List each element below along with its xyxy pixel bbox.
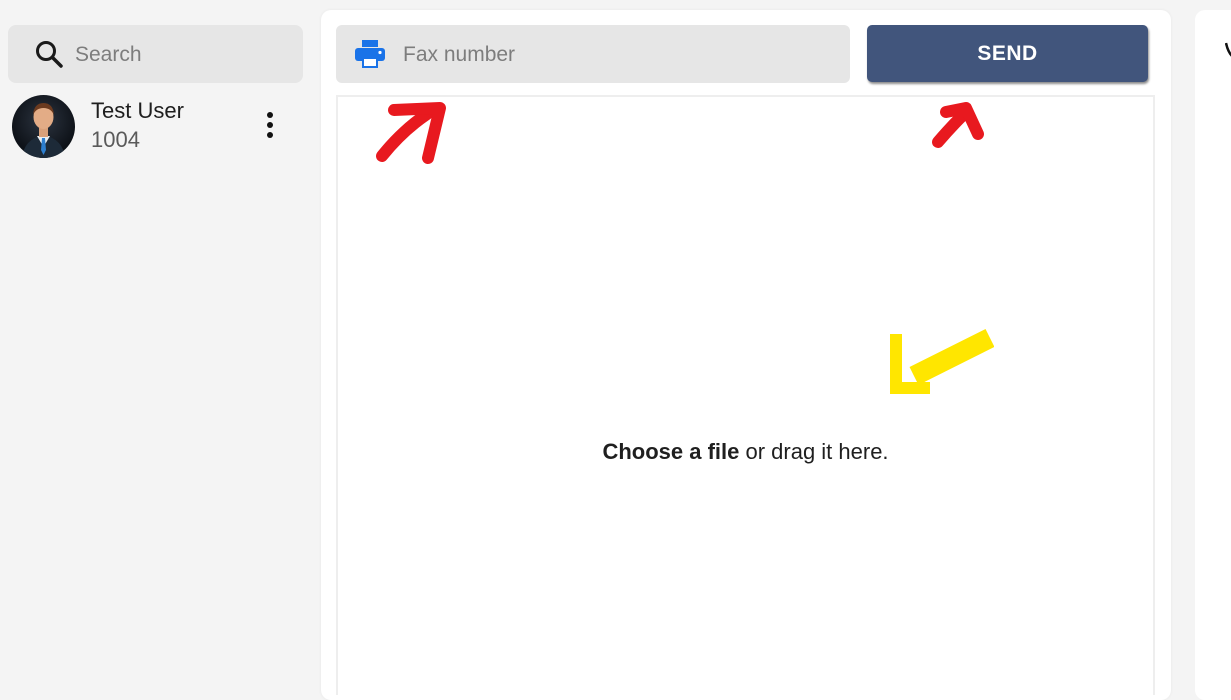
drop-zone-text: Choose a file or drag it here. (338, 439, 1153, 465)
sidebar: Test User 1004 (0, 0, 312, 683)
choose-file-link[interactable]: Choose a file (602, 439, 739, 464)
send-button[interactable]: SEND (867, 25, 1148, 82)
businessman-avatar-icon (22, 103, 65, 158)
printer-icon (355, 40, 385, 68)
right-panel (1195, 10, 1231, 700)
partial-icon (1225, 42, 1231, 57)
search-input[interactable] (73, 36, 287, 74)
contact-extension: 1004 (91, 127, 140, 152)
avatar (12, 95, 75, 158)
search-box[interactable] (8, 25, 303, 83)
contact-list-item[interactable]: Test User 1004 (0, 94, 312, 160)
fax-number-input[interactable] (401, 36, 835, 74)
contact-name: Test User (91, 98, 184, 123)
fax-number-field[interactable] (336, 25, 850, 83)
more-vertical-icon[interactable] (255, 108, 285, 142)
file-drop-zone[interactable]: Choose a file or drag it here. (336, 95, 1155, 695)
fax-panel: SEND Choose a file or drag it here. (321, 10, 1171, 700)
drag-hint-text: or drag it here. (739, 439, 889, 464)
search-icon (36, 41, 63, 68)
